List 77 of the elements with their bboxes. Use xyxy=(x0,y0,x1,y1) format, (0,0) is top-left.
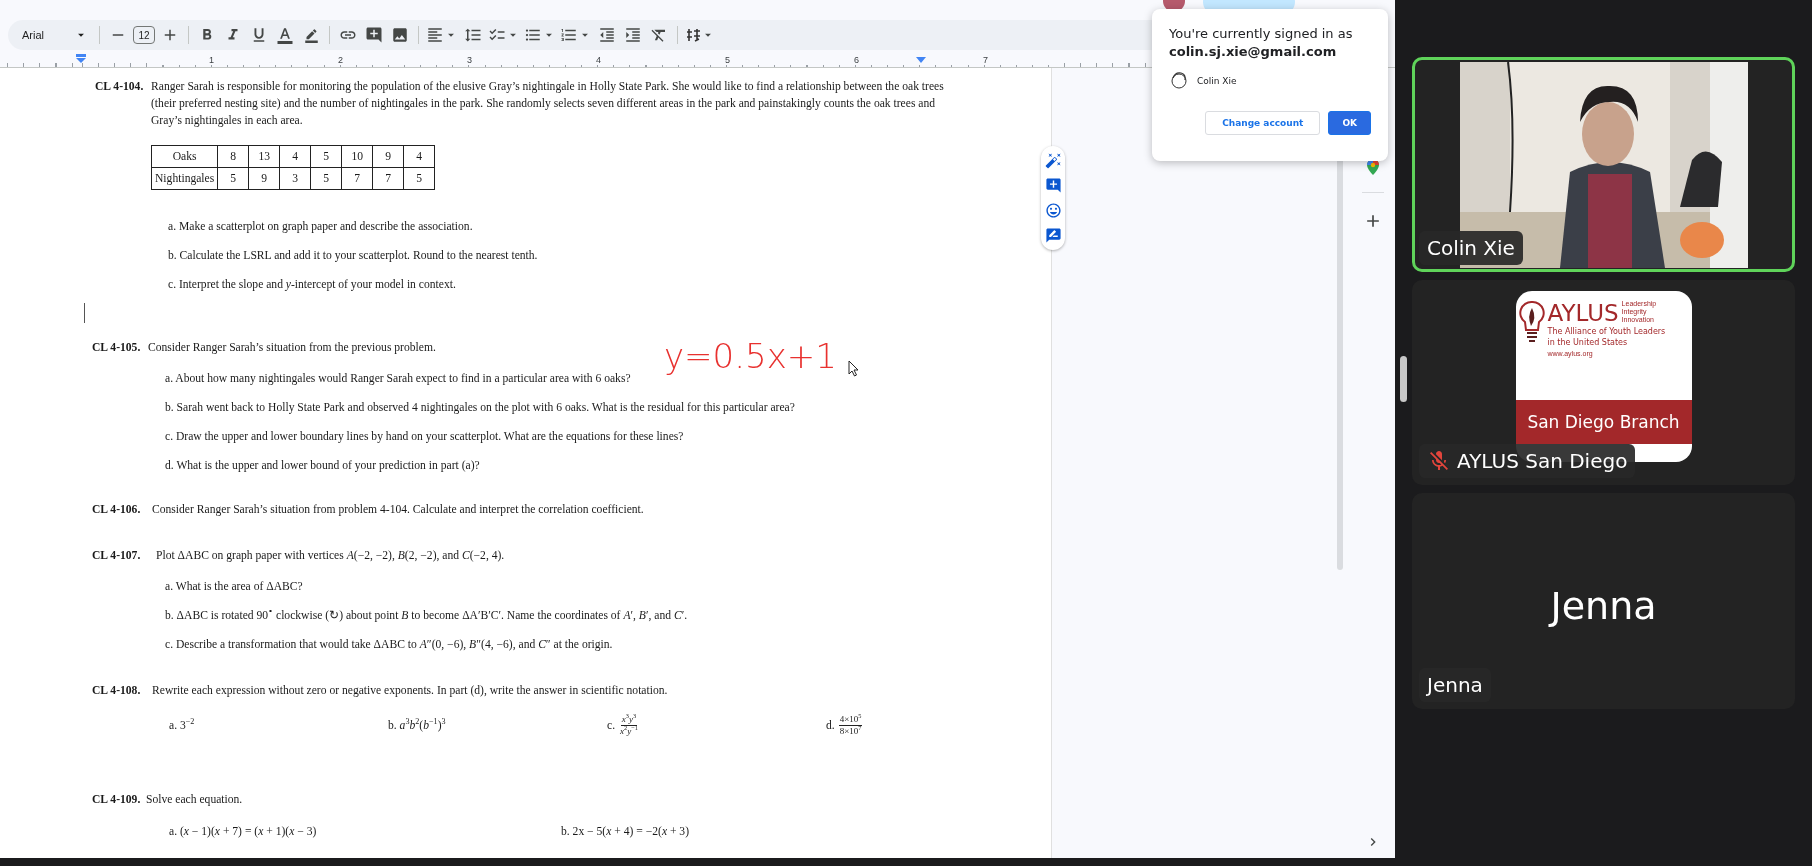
problem-number: CL 4-105. xyxy=(92,340,142,356)
add-comment-icon[interactable] xyxy=(1044,177,1062,194)
fraction-numerator: x$^{3}$y$^{3}$ xyxy=(620,714,638,726)
problem-number: CL 4-104. xyxy=(95,79,145,95)
table-cell: 5 xyxy=(310,167,342,190)
font-dropdown[interactable]: Arial xyxy=(18,28,92,42)
question-part: a. Make a scatterplot on graph paper and describe the association. xyxy=(168,219,474,235)
table-cell: 4 xyxy=(279,145,311,168)
dialog-message: You're currently signed in as xyxy=(1169,25,1354,43)
fraction-denominator: 8×10$^{7}$ xyxy=(838,726,863,737)
font-size-field[interactable]: 12 xyxy=(133,26,155,44)
problem-text: Ranger Sarah is responsible for monitoring the population of the elusive Gray’s nightingale in Holly State Park. She would like to find a relationship between the oak trees (their preferred nesting site) and the number of nightingales in the park. She randomly selects seven different areas in the park and painstakingly counts the oak trees and Gray’s nightingales in each area. xyxy=(151,79,945,129)
magic-pen-icon[interactable] xyxy=(1044,152,1062,169)
question-part: a. (x − 1)(x + 7) = (x + 1)(x − 3) xyxy=(169,824,317,840)
table-cell: 7 xyxy=(372,167,404,190)
question-part: b. a$^{3}$b$^{2}$(b$^{−1}$)$^{3}$ xyxy=(388,717,446,734)
mouse-pointer-icon xyxy=(848,360,860,377)
change-account-button[interactable]: Change account xyxy=(1205,111,1321,135)
problem-text: Plot ΔABC on graph paper with vertices A(−2, −2), B(2, −2), and C(−2, 4). xyxy=(156,548,505,564)
problem-text: Rewrite each expression without zero or negative exponents. In part (d), write the answer in scientific notation. xyxy=(152,683,668,699)
table-cell: 4 xyxy=(403,145,435,168)
handwritten-annotation: y=0.5x+1 xyxy=(664,336,837,376)
question-part: c. Describe a transformation that would take ΔABC to A″(0, −6), B″(4, −6), and C″ at the origin. xyxy=(165,637,614,653)
fraction-numerator: 4×10$^{5}$ xyxy=(838,714,863,726)
problem-text: Solve each equation. xyxy=(146,792,243,808)
problem-number: CL 4-109. xyxy=(92,792,142,808)
logo-text: The Alliance of Youth Leaders xyxy=(1547,326,1666,337)
account-avatar-icon xyxy=(1169,71,1189,91)
participant-name: AYLUS San Diego xyxy=(1419,444,1636,478)
problem-text: Consider Ranger Sarah’s situation from the previous problem. xyxy=(148,340,436,356)
table-cell: 7 xyxy=(341,167,373,190)
account-name: Colin Xie xyxy=(1197,76,1237,86)
participant-name: Colin Xie xyxy=(1419,231,1523,265)
table-cell: 3 xyxy=(279,167,311,190)
question-part: b. Calculate the LSRL and add it to your scatterplot. Round to the nearest tenth. xyxy=(168,248,539,264)
question-part: c. Draw the upper and lower boundary lines by hand on your scatterplot. What are the equations for these lines? xyxy=(165,429,685,445)
part-label: c. xyxy=(607,718,616,734)
logo-text: in the United States xyxy=(1547,337,1629,348)
indent-marker-icon[interactable] xyxy=(915,54,927,64)
text-cursor xyxy=(84,303,85,323)
table-cell: 5 xyxy=(217,167,249,190)
question-part: a. What is the area of ΔABC? xyxy=(165,579,304,595)
table-cell: 9 xyxy=(372,145,404,168)
table-cell: 5 xyxy=(403,167,435,190)
table-cell: 9 xyxy=(248,167,280,190)
part-label: d. xyxy=(826,718,835,734)
table-cell: 13 xyxy=(248,145,280,168)
participant-name: Jenna xyxy=(1419,668,1491,702)
branch-banner: San Diego Branch xyxy=(1515,400,1692,444)
problem-number: CL 4-108. xyxy=(92,683,142,699)
indent-marker-icon[interactable] xyxy=(75,54,87,64)
table-cell: 8 xyxy=(217,145,249,168)
question-part: c. Interpret the slope and y-intercept of your model in context. xyxy=(168,277,457,293)
question-part: b. ΔABC is rotated 90$^{∘}$ clockwise (↻) about point B to become ΔA′B′C′. Name the coordinates of A′, B′, and C′. xyxy=(165,607,689,624)
participant-display-name: Jenna xyxy=(1550,584,1657,628)
question-part: b. 2x − 5(x + 4) = −2(x + 3) xyxy=(561,824,690,840)
problem-number: CL 4-107. xyxy=(92,548,142,564)
participant-tile[interactable]: Jenna Jenna xyxy=(1412,493,1795,709)
lightbulb-icon xyxy=(1518,300,1545,344)
question-part: a. About how many nightingales would Ranger Sarah expect to find in a particular area with 6 oaks? xyxy=(165,371,632,387)
account-email: colin.sj.xie@gmail.com xyxy=(1169,43,1338,61)
participant-tile[interactable]: Colin Xie xyxy=(1412,57,1795,272)
table-cell: Oaks xyxy=(151,145,218,168)
problem-text: Consider Ranger Sarah’s situation from problem 4-104. Calculate and interpret the correlation coefficient. xyxy=(152,502,644,518)
emoji-icon[interactable] xyxy=(1044,202,1062,219)
suggest-edit-icon[interactable] xyxy=(1044,227,1062,244)
logo-title: AYLUS xyxy=(1547,300,1619,326)
question-part: d. What is the upper and lower bound of your prediction in part (a)? xyxy=(165,458,481,474)
table-cell: 5 xyxy=(310,145,342,168)
ok-button[interactable]: OK xyxy=(1328,111,1371,135)
question-part: a. 3$^{−2}$ xyxy=(169,717,195,734)
fraction-denominator: x$^{2}$y$^{−1}$ xyxy=(619,726,639,737)
table-cell: 10 xyxy=(341,145,373,168)
problem-number: CL 4-106. xyxy=(92,502,142,518)
question-part: b. Sarah went back to Holly State Park and observed 4 nightingales on the plot with 6 oaks. What is the residual for this particular area? xyxy=(165,400,796,416)
scrollbar[interactable] xyxy=(1400,356,1407,402)
table-cell: Nightingales xyxy=(151,167,218,190)
